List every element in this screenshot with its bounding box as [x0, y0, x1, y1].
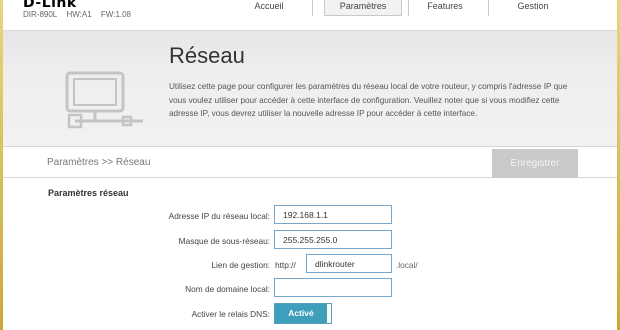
subnet-mask-input[interactable] — [274, 230, 392, 249]
nav-divider — [488, 0, 489, 16]
brand-logo: D-Link — [23, 0, 77, 11]
dns-relay-toggle[interactable]: Activé — [274, 303, 332, 324]
domain-name-input[interactable] — [274, 278, 392, 297]
tab-management[interactable]: Gestion — [503, 0, 563, 16]
ip-address-label: Adresse IP du réseau local: — [168, 211, 270, 221]
top-header: D-Link DIR-890L HW:A1 FW:1.08 Accueil Pa… — [3, 0, 617, 31]
model-name: DIR-890L — [23, 10, 58, 19]
dns-relay-state: Activé — [275, 304, 327, 323]
nav-divider — [408, 0, 409, 16]
firmware-version: FW:1.08 — [100, 10, 132, 19]
tab-features[interactable]: Features — [415, 0, 475, 16]
hardware-version: HW:A1 — [66, 10, 92, 19]
page-title: Réseau — [169, 43, 245, 68]
page-description: Utilisez cette page pour configurer les … — [169, 82, 568, 118]
subnet-mask-label: Masque de sous-réseau: — [178, 236, 270, 246]
management-link-input[interactable] — [306, 254, 392, 273]
device-info: DIR-890L HW:A1 FW:1.08 — [23, 10, 136, 19]
breadcrumb: Paramètres >> Réseau — [47, 157, 151, 168]
save-button[interactable]: Enregistrer — [492, 149, 578, 178]
section-title: Paramètres réseau — [48, 188, 129, 198]
tab-home[interactable]: Accueil — [239, 0, 299, 16]
network-computer-icon — [65, 71, 143, 129]
breadcrumb-bar: Paramètres >> Réseau Enregistrer — [3, 148, 617, 178]
nav-divider — [312, 0, 313, 16]
ip-address-input[interactable] — [274, 205, 392, 224]
page-banner: Réseau Utilisez cette page pour configur… — [3, 31, 617, 147]
management-link-suffix: .local/ — [396, 260, 418, 270]
management-link-prefix: http:// — [275, 260, 296, 270]
tab-settings[interactable]: Paramètres — [324, 0, 402, 16]
management-link-label: Lien de gestion: — [211, 260, 270, 270]
dns-relay-label: Activer le relais DNS: — [191, 309, 270, 319]
domain-name-label: Nom de domaine local: — [185, 284, 270, 294]
